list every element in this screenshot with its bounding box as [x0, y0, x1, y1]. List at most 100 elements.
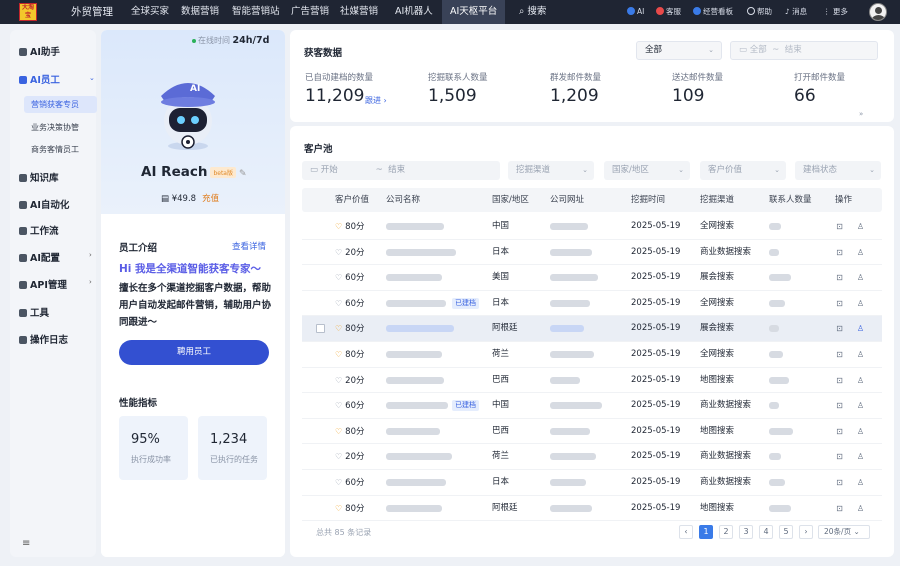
nav-search[interactable]: ⌕ 搜索 — [519, 0, 546, 24]
table-row[interactable]: ♡ 20分 巴西 2025-05-19 地图搜索 ⊡ ♙ — [302, 368, 882, 394]
nav-global-buyers[interactable]: 全球买家 — [131, 0, 169, 24]
table-row[interactable]: ♡ 20分 荷兰 2025-05-19 商业数据搜索 ⊡ ♙ — [302, 444, 882, 470]
collapse-menu-icon[interactable]: ≡ — [22, 538, 30, 549]
user-icon[interactable]: ♙ — [856, 248, 865, 257]
user-icon[interactable]: ♙ — [856, 299, 865, 308]
company-name-redacted[interactable] — [386, 351, 442, 358]
nav-ads-marketing[interactable]: 广告营销 — [291, 0, 329, 24]
sidebar-item-ai-assistant[interactable]: AI助手 — [19, 44, 60, 58]
view-icon[interactable]: ⊡ — [835, 401, 844, 410]
sidebar-item-ai-config[interactable]: AI配置 — [19, 250, 60, 264]
expand-icon[interactable]: » — [859, 110, 863, 118]
view-details-link[interactable]: 查看详情 — [232, 240, 266, 252]
company-name-redacted[interactable] — [386, 479, 446, 486]
user-icon[interactable]: ♙ — [856, 273, 865, 282]
next-page-button[interactable]: › — [799, 525, 813, 539]
nav-ai-robot[interactable]: AI机器人 — [395, 0, 433, 24]
table-row[interactable]: ♡ 80分 荷兰 2025-05-19 全网搜索 ⊡ ♙ — [302, 342, 882, 368]
company-name-redacted[interactable] — [386, 325, 454, 333]
table-row[interactable]: ♡ 60分 已建档 中国 2025-05-19 商业数据搜索 ⊡ ♙ — [302, 393, 882, 419]
user-icon[interactable]: ♙ — [856, 452, 865, 461]
region-filter[interactable]: 国家/地区 ⌄ — [604, 161, 690, 180]
tool-more[interactable]: ⋮ 更多 — [823, 0, 848, 24]
view-icon[interactable]: ⊡ — [835, 427, 844, 436]
user-avatar[interactable] — [869, 3, 887, 21]
table-row[interactable]: ♡ 60分 美国 2025-05-19 展会搜索 ⊡ ♙ — [302, 265, 882, 291]
nav-social-marketing[interactable]: 社媒营销 — [340, 0, 378, 24]
tool-messages[interactable]: ♪ 消息 — [785, 0, 807, 24]
website-redacted[interactable] — [550, 453, 596, 461]
table-row[interactable]: ♡ 80分 中国 2025-05-19 全网搜索 ⊡ ♙ — [302, 214, 882, 240]
user-icon[interactable]: ♙ — [856, 504, 865, 513]
company-name-redacted[interactable] — [386, 427, 440, 435]
website-redacted[interactable] — [550, 248, 592, 256]
prev-page-button[interactable]: ‹ — [679, 525, 693, 539]
website-redacted[interactable] — [550, 376, 580, 384]
date-range-picker[interactable]: ▭ 全部 ~ 结束 — [730, 41, 878, 60]
user-icon[interactable]: ♙ — [856, 376, 865, 385]
page-button[interactable]: 5 — [779, 525, 793, 539]
user-icon[interactable]: ♙ — [856, 478, 865, 487]
user-icon[interactable]: ♙ — [856, 401, 865, 410]
user-icon[interactable]: ♙ — [856, 427, 865, 436]
table-row[interactable]: ♡ 80分 巴西 2025-05-19 地图搜索 ⊡ ♙ — [302, 419, 882, 445]
tool-help[interactable]: 帮助 — [747, 0, 772, 24]
tool-service[interactable]: 客服 — [656, 0, 681, 24]
chevron-down-icon[interactable]: ⌄ — [89, 74, 95, 82]
view-icon[interactable]: ⊡ — [835, 350, 844, 359]
sidebar-sub-marketing[interactable]: 营销获客专员 — [24, 96, 97, 113]
website-redacted[interactable] — [550, 504, 592, 512]
view-icon[interactable]: ⊡ — [835, 248, 844, 257]
nav-ai-tianshu[interactable]: AI天枢平台 — [442, 0, 506, 24]
hire-employee-button[interactable]: 聘用员工 — [119, 340, 269, 365]
date-range-filter[interactable]: ▭ 开始 ~ 结束 — [302, 161, 500, 180]
website-redacted[interactable] — [550, 479, 586, 486]
follow-up-link[interactable]: 跟进 › — [365, 95, 387, 106]
edit-icon[interactable]: ✎ — [239, 169, 247, 179]
tool-dashboard[interactable]: 经营看板 — [693, 0, 733, 24]
chevron-right-icon[interactable]: › — [89, 278, 92, 286]
company-name-redacted[interactable] — [386, 223, 444, 230]
website-redacted[interactable] — [550, 325, 584, 333]
sidebar-sub-decision[interactable]: 业务决策协管 — [31, 122, 79, 133]
view-icon[interactable]: ⊡ — [835, 504, 844, 513]
user-icon[interactable]: ♙ — [856, 324, 865, 333]
website-redacted[interactable] — [550, 402, 602, 410]
sidebar-item-logs[interactable]: 操作日志 — [19, 332, 68, 346]
sidebar-item-automation[interactable]: AI自动化 — [19, 197, 69, 211]
company-name-redacted[interactable] — [386, 504, 442, 512]
view-icon[interactable]: ⊡ — [835, 452, 844, 461]
nav-data-marketing[interactable]: 数据营销 — [181, 0, 219, 24]
view-icon[interactable]: ⊡ — [835, 299, 844, 308]
company-name-redacted[interactable] — [386, 453, 452, 461]
channel-filter[interactable]: 挖掘渠道 ⌄ — [508, 161, 594, 180]
view-icon[interactable]: ⊡ — [835, 222, 844, 231]
chevron-right-icon[interactable]: › — [89, 251, 92, 259]
user-icon[interactable]: ♙ — [856, 350, 865, 359]
company-name-redacted[interactable] — [386, 248, 456, 256]
tool-ai[interactable]: AI — [627, 0, 644, 24]
table-row[interactable]: ♡ 80分 阿根廷 2025-05-19 展会搜索 ⊡ ♙ — [302, 316, 882, 342]
website-redacted[interactable] — [550, 274, 598, 282]
table-row[interactable]: ♡ 60分 日本 2025-05-19 商业数据搜索 ⊡ ♙ — [302, 470, 882, 496]
company-name-redacted[interactable] — [386, 402, 448, 410]
sidebar-item-tools[interactable]: 工具 — [19, 305, 49, 319]
page-size-select[interactable]: 20条/页 ⌄ — [818, 525, 870, 539]
website-redacted[interactable] — [550, 351, 594, 358]
website-redacted[interactable] — [550, 299, 590, 307]
page-button[interactable]: 4 — [759, 525, 773, 539]
period-select[interactable]: 全部 ⌄ — [636, 41, 722, 60]
view-icon[interactable]: ⊡ — [835, 376, 844, 385]
page-button[interactable]: 2 — [719, 525, 733, 539]
sidebar-item-ai-employee[interactable]: AI员工 — [19, 72, 60, 86]
nav-foreign-trade[interactable]: 外贸管理 — [71, 0, 113, 24]
value-filter[interactable]: 客户价值 ⌄ — [700, 161, 786, 180]
table-row[interactable]: ♡ 60分 已建档 日本 2025-05-19 全网搜索 ⊡ ♙ — [302, 291, 882, 317]
sidebar-sub-commerce[interactable]: 商务客情员工 — [31, 144, 79, 155]
brand-logo[interactable]: 大淘宝 — [19, 3, 37, 21]
sidebar-item-knowledge[interactable]: 知识库 — [19, 170, 59, 184]
view-icon[interactable]: ⊡ — [835, 273, 844, 282]
table-row[interactable]: ♡ 20分 日本 2025-05-19 商业数据搜索 ⊡ ♙ — [302, 240, 882, 266]
row-checkbox[interactable] — [316, 324, 325, 334]
recharge-link[interactable]: 充值 — [202, 194, 219, 204]
